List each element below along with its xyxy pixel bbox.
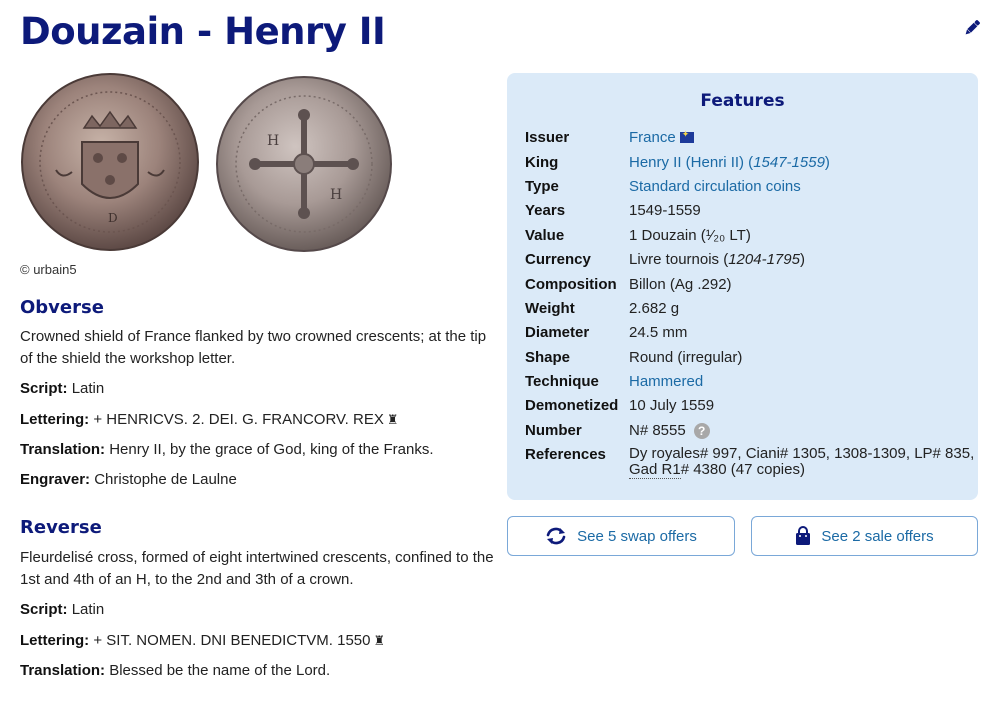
references-value: Dy royales# 997, Ciani# 1305, 1308-1309,… — [629, 445, 975, 479]
feature-label: Issuer — [525, 129, 570, 146]
feature-label: Type — [525, 178, 559, 195]
obverse-lettering-label: Lettering: — [20, 411, 90, 428]
value-value: 1 Douzain (¹⁄₂₀ LT) — [629, 227, 751, 244]
references-gad-abbrev[interactable]: Gad R1 — [629, 461, 681, 479]
mint-mark-icon: ♜ — [386, 412, 399, 427]
obverse-script-value: Latin — [71, 380, 105, 397]
reverse-translation: Translation: Blessed be the name of the … — [20, 662, 330, 679]
features-heading: Features — [700, 91, 785, 111]
swap-offers-label: See 5 swap offers — [577, 527, 697, 545]
reverse-heading: Reverse — [20, 517, 102, 538]
technique-link[interactable]: Hammered — [629, 373, 703, 390]
composition-value: Billon (Ag .292) — [629, 276, 732, 293]
number-value: N# 8555 — [629, 422, 686, 439]
reverse-lettering-label: Lettering: — [20, 632, 90, 649]
obverse-coin-image[interactable]: D — [20, 72, 200, 252]
page-title: Douzain - Henry II — [20, 10, 386, 53]
edit-pencil-icon[interactable] — [962, 18, 982, 38]
obverse-translation-label: Translation: — [20, 441, 106, 458]
reverse-lettering: Lettering: + SIT. NOMEN. DNI BENEDICTVM.… — [20, 632, 385, 649]
mint-mark-icon: ♜ — [373, 633, 386, 648]
references-line-2: # 4380 (47 copies) — [680, 461, 805, 478]
king-link[interactable]: Henry II (Henri II) (1547-1559) — [629, 154, 830, 171]
obverse-translation: Translation: Henry II, by the grace of G… — [20, 441, 434, 458]
swap-offers-button[interactable]: See 5 swap offers — [507, 516, 735, 556]
reverse-script: Script: Latin — [20, 601, 104, 618]
feature-label: Value — [525, 227, 565, 244]
obverse-engraver: Engraver: Christophe de Laulne — [20, 471, 237, 488]
features-panel: Features Issuer France King Henry II (He… — [507, 73, 978, 500]
reverse-lettering-value: + SIT. NOMEN. DNI BENEDICTVM. 1550 — [93, 632, 371, 649]
reverse-coin-image[interactable]: H H — [215, 75, 393, 253]
coin-images: D H H — [20, 70, 400, 255]
years-value: 1549-1559 — [629, 202, 701, 219]
feature-label: King — [525, 154, 559, 171]
obverse-script: Script: Latin — [20, 380, 104, 397]
reverse-description: Fleurdelisé cross, formed of eight inter… — [20, 549, 494, 588]
reverse-script-label: Script: — [20, 601, 68, 618]
france-flag-icon — [679, 129, 694, 143]
shopping-bag-icon — [796, 526, 811, 545]
demonetized-value: 10 July 1559 — [629, 397, 715, 414]
obverse-lettering-value: + HENRICVS. 2. DEI. G. FRANCORV. REX — [93, 411, 384, 428]
feature-label: Number — [525, 422, 582, 439]
weight-value: 2.682 g — [629, 300, 680, 317]
obverse-engraver-value: Christophe de Laulne — [94, 471, 237, 488]
svg-text:D: D — [108, 211, 118, 225]
shape-value: Round (irregular) — [629, 349, 743, 366]
feature-label: Technique — [525, 373, 599, 390]
issuer-link[interactable]: France — [629, 129, 676, 146]
reverse-translation-label: Translation: — [20, 662, 106, 679]
svg-text:H: H — [267, 133, 279, 149]
sale-offers-button[interactable]: See 2 sale offers — [751, 516, 978, 556]
feature-label: Composition — [525, 276, 617, 293]
feature-label: References — [525, 446, 606, 463]
svg-text:H: H — [330, 187, 342, 203]
feature-label: Years — [525, 202, 566, 219]
photo-credit: © urbain5 — [20, 262, 77, 277]
reverse-script-value: Latin — [71, 601, 105, 618]
feature-label: Shape — [525, 349, 571, 366]
reverse-translation-value: Blessed be the name of the Lord. — [109, 662, 331, 679]
sale-offers-label: See 2 sale offers — [821, 527, 934, 545]
swap-icon — [546, 527, 566, 545]
currency-value: Livre tournois (1204-1795) — [629, 251, 805, 268]
feature-label: Weight — [525, 300, 575, 317]
feature-label: Currency — [525, 251, 591, 268]
diameter-value: 24.5 mm — [629, 324, 688, 341]
obverse-heading: Obverse — [20, 297, 104, 318]
references-line-1: Dy royales# 997, Ciani# 1305, 1308-1309,… — [629, 445, 975, 462]
obverse-engraver-label: Engraver: — [20, 471, 91, 488]
obverse-lettering: Lettering: + HENRICVS. 2. DEI. G. FRANCO… — [20, 411, 399, 428]
obverse-script-label: Script: — [20, 380, 68, 397]
feature-label: Diameter — [525, 324, 590, 341]
feature-label: Demonetized — [525, 397, 619, 414]
obverse-description: Crowned shield of France flanked by two … — [20, 328, 487, 367]
obverse-translation-value: Henry II, by the grace of God, king of t… — [109, 441, 434, 458]
type-link[interactable]: Standard circulation coins — [629, 178, 801, 195]
help-icon[interactable]: ? — [693, 423, 710, 439]
